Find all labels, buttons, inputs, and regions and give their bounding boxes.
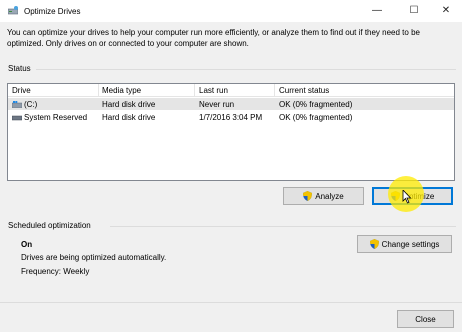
drive-media-type: Hard disk drive (102, 113, 156, 122)
column-separator (194, 84, 195, 97)
status-section-label: Status (8, 64, 31, 73)
dialog-footer: Close (0, 302, 462, 332)
column-separator (98, 84, 99, 97)
drive-icon (12, 115, 22, 121)
analyze-button[interactable]: Analyze (283, 187, 364, 205)
close-button[interactable]: Close (397, 310, 454, 328)
schedule-state: On (21, 240, 33, 249)
intro-text: You can optimize your drives to help you… (7, 28, 420, 48)
maximize-button[interactable]: ☐ (397, 0, 431, 22)
drives-list-header: Drive Media type Last run Current status (8, 84, 454, 97)
uac-shield-icon (303, 191, 313, 201)
column-header-media-type[interactable]: Media type (102, 86, 141, 95)
mouse-cursor-icon (402, 190, 412, 204)
optimize-drives-app-icon (8, 6, 18, 15)
column-header-drive[interactable]: Drive (12, 86, 31, 95)
title-bar: Optimize Drives — ☐ ✕ (0, 0, 462, 22)
drive-media-type: Hard disk drive (102, 100, 156, 109)
change-settings-button[interactable]: Change settings (357, 235, 452, 253)
drives-list[interactable]: Drive Media type Last run Current status… (7, 83, 455, 181)
drive-current-status: OK (0% fragmented) (279, 100, 353, 109)
close-window-button[interactable]: ✕ (429, 0, 462, 22)
uac-shield-icon (369, 239, 379, 249)
drive-row-system-reserved[interactable]: System Reserved Hard disk drive 1/7/2016… (8, 111, 454, 123)
change-settings-button-label: Change settings (381, 239, 440, 249)
drive-name: System Reserved (24, 113, 88, 122)
status-divider (36, 69, 456, 70)
drive-current-status: OK (0% fragmented) (279, 113, 353, 122)
drive-row-c[interactable]: (C:) Hard disk drive Never run OK (0% fr… (8, 98, 454, 110)
schedule-description: Drives are being optimized automatically… (21, 253, 167, 262)
minimize-button[interactable]: — (360, 0, 394, 22)
drive-name: (C:) (24, 100, 38, 109)
column-separator (274, 84, 275, 97)
schedule-frequency: Frequency: Weekly (21, 267, 90, 276)
window-title: Optimize Drives (24, 7, 81, 16)
column-header-current-status[interactable]: Current status (279, 86, 329, 95)
drive-last-run: 1/7/2016 3:04 PM (199, 113, 263, 122)
scheduled-divider (110, 226, 456, 227)
windows-drive-icon (12, 101, 22, 108)
column-header-last-run[interactable]: Last run (199, 86, 228, 95)
analyze-button-label: Analyze (315, 191, 344, 201)
drive-last-run: Never run (199, 100, 235, 109)
scheduled-section-label: Scheduled optimization (8, 221, 91, 230)
